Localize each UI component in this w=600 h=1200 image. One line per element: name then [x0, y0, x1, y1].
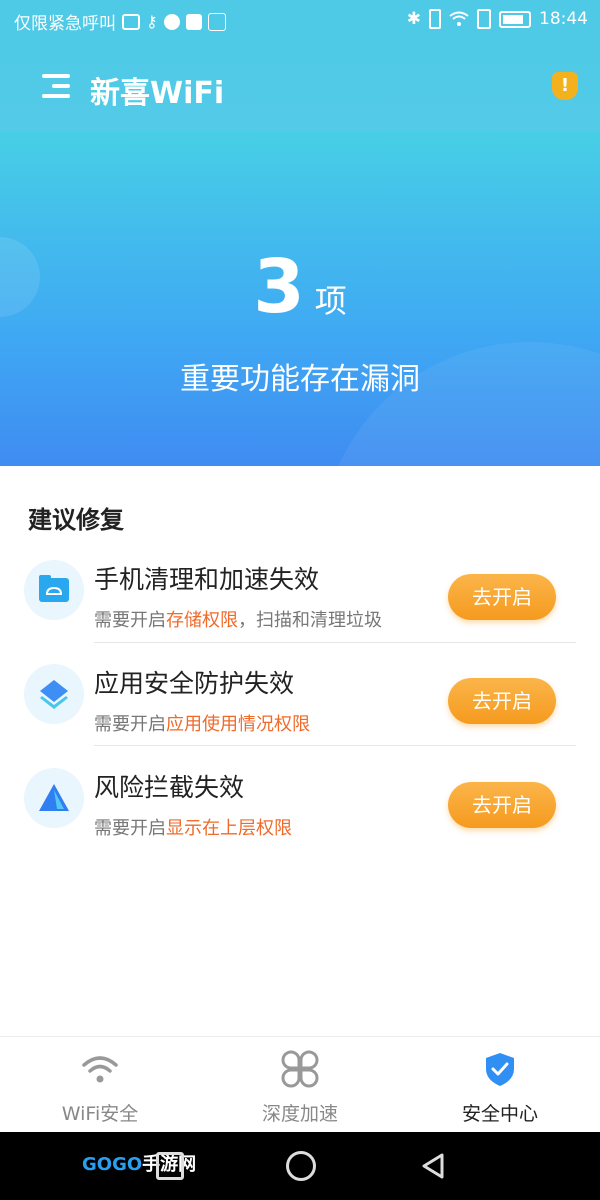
- recent-apps-button[interactable]: [156, 1152, 184, 1180]
- vibrate-icon: [429, 9, 441, 29]
- tab-label: WiFi安全: [61, 1103, 139, 1125]
- desc-suffix: ，扫描和清理垃圾: [238, 610, 382, 631]
- layers-icon: [24, 664, 84, 724]
- list-item: 应用安全防护失效 需要开启应用使用情况权限 去开启: [0, 642, 600, 746]
- permission-highlight: 存储权限: [166, 610, 238, 631]
- tab-security-center[interactable]: 安全中心: [400, 1037, 600, 1133]
- system-nav-bar: GOGO手游网: [0, 1132, 600, 1200]
- sim-alert-icon: [477, 9, 491, 29]
- alert-shield-icon[interactable]: !: [552, 72, 578, 100]
- wifi-icon: [82, 1056, 118, 1083]
- item-description: 需要开启应用使用情况权限: [94, 710, 310, 736]
- warning-triangle-icon: [24, 768, 84, 828]
- tab-label: 深度加速: [261, 1103, 338, 1125]
- tab-label: 安全中心: [461, 1103, 538, 1125]
- item-title: 手机清理和加速失效: [94, 565, 320, 594]
- tab-wifi-security[interactable]: WiFi安全: [0, 1037, 200, 1133]
- desc-prefix: 需要开启: [94, 818, 166, 839]
- activity-icon: [122, 13, 140, 30]
- menu-icon[interactable]: [42, 74, 70, 98]
- enable-button[interactable]: 去开启: [448, 574, 556, 620]
- list-item: 风险拦截失效 需要开启显示在上层权限 去开启: [0, 746, 600, 850]
- enable-button[interactable]: 去开启: [448, 782, 556, 828]
- wifi-status-icon: [449, 11, 469, 26]
- status-left: 仅限紧急呼叫 ⚷: [14, 9, 226, 34]
- permission-highlight: 应用使用情况权限: [166, 714, 310, 735]
- app-bar: 新喜WiFi !: [0, 40, 600, 132]
- issue-count-unit: 项: [314, 282, 347, 320]
- hero-subtitle: 重要功能存在漏洞: [180, 362, 420, 397]
- item-description: 需要开启显示在上层权限: [94, 814, 292, 840]
- watermark-brand: GOGO: [82, 1154, 143, 1175]
- issue-count: 3项: [0, 244, 600, 330]
- home-button[interactable]: [286, 1151, 316, 1181]
- shield-check-icon: [486, 1053, 514, 1086]
- key-icon: ⚷: [146, 12, 158, 31]
- item-title: 风险拦截失效: [94, 773, 245, 802]
- app-title: 新喜WiFi: [90, 76, 225, 111]
- folder-cloud-icon: [24, 560, 84, 620]
- app-notification-icon: [163, 13, 180, 30]
- bottom-tab-bar: WiFi安全 深度加速 安全中心: [0, 1036, 600, 1133]
- bluetooth-icon: ✱: [406, 9, 421, 29]
- issue-count-number: 3: [253, 244, 305, 330]
- battery-icon: [499, 10, 531, 28]
- status-right: ✱ 18:44: [407, 9, 588, 29]
- section-title: 建议修复: [28, 506, 124, 534]
- four-petal-icon: [281, 1050, 319, 1088]
- desc-prefix: 需要开启: [94, 610, 166, 631]
- status-bar: 仅限紧急呼叫 ⚷ ✱ 18:44: [0, 0, 600, 40]
- item-description: 需要开启存储权限，扫描和清理垃圾: [94, 606, 382, 632]
- carrier-text: 仅限紧急呼叫: [14, 14, 116, 34]
- enable-button[interactable]: 去开启: [448, 678, 556, 724]
- back-button[interactable]: [420, 1152, 446, 1180]
- permission-highlight: 显示在上层权限: [166, 818, 292, 839]
- clock: 18:44: [539, 9, 588, 29]
- rocket-icon: [207, 12, 226, 31]
- fix-suggestions: 建议修复 手机清理和加速失效 需要开启存储权限，扫描和清理垃圾 去开启 应用安全…: [0, 466, 600, 1036]
- tab-deep-boost[interactable]: 深度加速: [200, 1037, 400, 1133]
- desc-prefix: 需要开启: [94, 714, 166, 735]
- hero-banner: 3项 重要功能存在漏洞: [0, 132, 600, 466]
- list-item: 手机清理和加速失效 需要开启存储权限，扫描和清理垃圾 去开启: [0, 538, 600, 642]
- app58-icon: [185, 13, 202, 30]
- item-title: 应用安全防护失效: [94, 669, 295, 698]
